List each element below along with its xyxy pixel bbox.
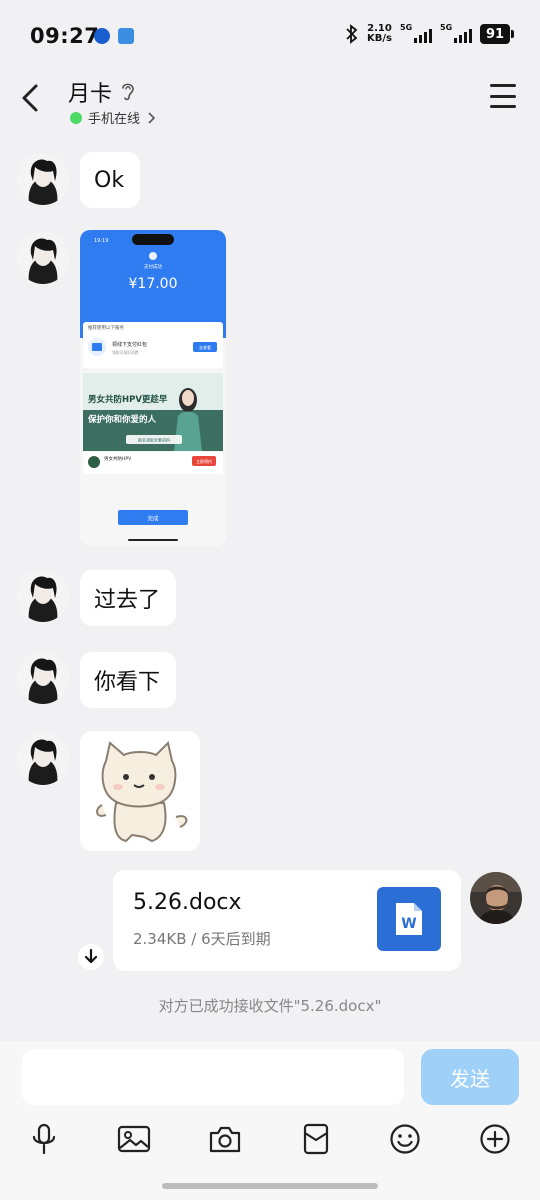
message-bubble[interactable]: Ok xyxy=(80,152,140,208)
microphone-icon xyxy=(32,1123,56,1155)
bluetooth-icon xyxy=(346,24,358,44)
peer-avatar[interactable] xyxy=(17,733,69,785)
back-button[interactable] xyxy=(14,78,46,118)
peer-avatar[interactable] xyxy=(17,570,69,622)
screenshot-banner-text-2: 保护你和你爱的人 xyxy=(87,414,157,425)
screenshot-promo-button: 立即预约 xyxy=(196,458,212,464)
message-text: 你看下 xyxy=(94,670,161,695)
peer-avatar-image xyxy=(17,232,69,284)
menu-button[interactable] xyxy=(490,84,516,108)
screenshot-amount: ¥17.00 xyxy=(129,276,178,292)
file-message-card[interactable]: 5.26.docx 2.34KB / 6天后到期 W xyxy=(113,870,461,971)
send-label: 发送 xyxy=(450,1066,490,1091)
contact-name[interactable]: 月卡 xyxy=(68,76,112,108)
send-button[interactable]: 发送 xyxy=(421,1049,519,1105)
screenshot-status-time: 19:19 xyxy=(94,238,108,244)
word-icon-letter: W xyxy=(401,916,416,932)
screenshot-service-button: 去查看 xyxy=(199,344,211,350)
emoji-button[interactable] xyxy=(385,1119,425,1159)
red-packet-button[interactable] xyxy=(296,1119,336,1159)
screenshot-banner-button: 报名领取全套资料 xyxy=(138,437,170,443)
camera-icon xyxy=(209,1126,241,1153)
arrow-down-icon xyxy=(84,949,98,964)
message-input[interactable] xyxy=(22,1049,404,1105)
screenshot-promo-title: 男女共防HPV xyxy=(104,455,132,462)
self-avatar[interactable] xyxy=(470,872,522,924)
screenshot-service-desc: 领取可抵扣消费 xyxy=(112,350,139,355)
screenshot-service-name: 领线下支付红包 xyxy=(112,341,147,348)
more-button[interactable] xyxy=(475,1119,515,1159)
peer-avatar[interactable] xyxy=(17,153,69,205)
word-doc-icon: W xyxy=(377,887,441,951)
sticker-message[interactable] xyxy=(80,731,200,851)
online-dot xyxy=(70,111,82,124)
signal-5g-2-icon: 5G xyxy=(440,23,472,43)
presence-status[interactable]: 手机在线 xyxy=(70,108,156,127)
message-bubble[interactable]: 你看下 xyxy=(80,652,176,708)
message-text: 过去了 xyxy=(94,588,161,613)
composer: 发送 xyxy=(0,1041,540,1200)
screenshot-section-title: 推荐使用以下服务 xyxy=(88,324,124,331)
screenshot-done-button: 完成 xyxy=(147,515,159,523)
file-name: 5.26.docx xyxy=(133,890,242,915)
camera-button[interactable] xyxy=(205,1119,245,1159)
status-indicators: 2.10 KB/s 5G 5G 91 xyxy=(345,23,514,44)
home-indicator[interactable] xyxy=(162,1183,378,1189)
status-time: 09:27 xyxy=(30,24,100,48)
peer-avatar-image xyxy=(17,153,69,205)
voice-button[interactable] xyxy=(24,1119,64,1159)
battery-indicator: 91 xyxy=(480,24,514,44)
emoji-icon xyxy=(390,1124,420,1154)
message-text: Ok xyxy=(94,167,125,193)
peer-avatar-image xyxy=(17,570,69,622)
message-bubble[interactable]: 过去了 xyxy=(80,570,176,626)
screenshot-banner-text-1: 男女共防HPV更趁早 xyxy=(88,394,168,405)
net-speed: 2.10 KB/s xyxy=(367,23,392,44)
payment-screenshot: 19:19 支付成功 ¥17.00 推荐使用以下服务 领线下支付红包 领取可抵扣… xyxy=(80,230,226,546)
notification-app-icon xyxy=(118,28,134,44)
red-packet-icon xyxy=(303,1123,329,1155)
plus-icon xyxy=(480,1124,510,1154)
image-button[interactable] xyxy=(114,1119,154,1159)
presence-text: 手机在线 xyxy=(88,112,141,127)
peer-avatar[interactable] xyxy=(17,232,69,284)
image-icon xyxy=(117,1125,151,1153)
download-button[interactable] xyxy=(78,944,104,970)
chevron-right-icon xyxy=(148,111,156,124)
file-meta: 2.34KB / 6天后到期 xyxy=(133,930,271,948)
screenshot-header: 支付成功 xyxy=(144,263,162,270)
cat-sticker-icon xyxy=(96,741,188,843)
file-received-notice: 对方已成功接收文件"5.26.docx" xyxy=(158,997,382,1015)
peer-avatar-image xyxy=(17,733,69,785)
chevron-left-icon xyxy=(22,84,38,112)
peer-avatar[interactable] xyxy=(17,652,69,704)
ear-icon xyxy=(122,83,134,101)
browser-app-icon xyxy=(94,28,110,44)
self-avatar-image xyxy=(470,872,522,924)
image-message[interactable]: 19:19 支付成功 ¥17.00 推荐使用以下服务 领线下支付红包 领取可抵扣… xyxy=(80,230,226,546)
composer-toolbar xyxy=(0,1119,540,1159)
signal-5g-1-icon: 5G xyxy=(400,23,432,43)
chat-header: 月卡 手机在线 xyxy=(0,72,540,132)
peer-avatar-image xyxy=(17,652,69,704)
status-bar: 09:27 2.10 KB/s 5G 5G 91 xyxy=(0,0,540,72)
